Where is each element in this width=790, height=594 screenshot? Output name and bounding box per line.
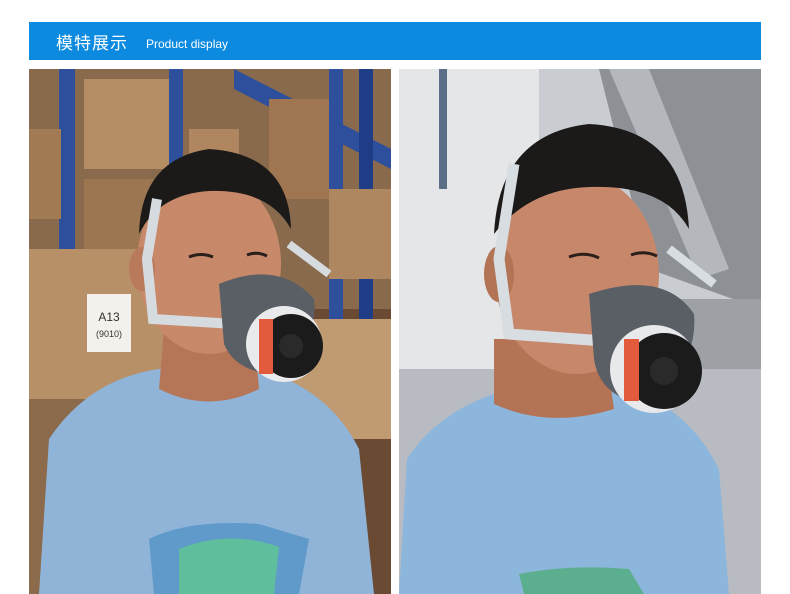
- header-title-en: Product display: [146, 37, 229, 51]
- box-sublabel: (9010): [96, 329, 122, 339]
- header-title-cn: 模特展示: [56, 33, 128, 54]
- box-label: A13: [98, 310, 120, 324]
- photo-side-illustration: [399, 69, 761, 594]
- model-photo-side: [399, 69, 761, 594]
- model-photo-front: A13 (9010): [29, 69, 391, 594]
- section-header: 模特展示 Product display: [29, 22, 761, 60]
- photo-front-illustration: A13 (9010): [29, 69, 391, 594]
